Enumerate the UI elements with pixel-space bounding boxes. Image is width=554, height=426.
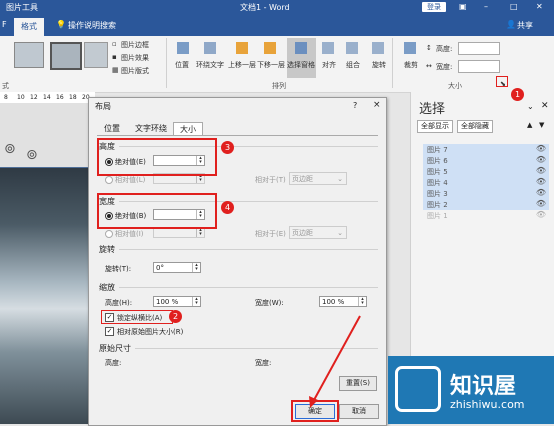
watermark-cn-text: 知识屋 <box>450 374 517 399</box>
watermark-logo: 知识屋 zhishiwu.com <box>388 356 554 424</box>
info-logo-icon <box>395 366 441 412</box>
watermark-en-text: zhishiwu.com <box>450 398 525 411</box>
